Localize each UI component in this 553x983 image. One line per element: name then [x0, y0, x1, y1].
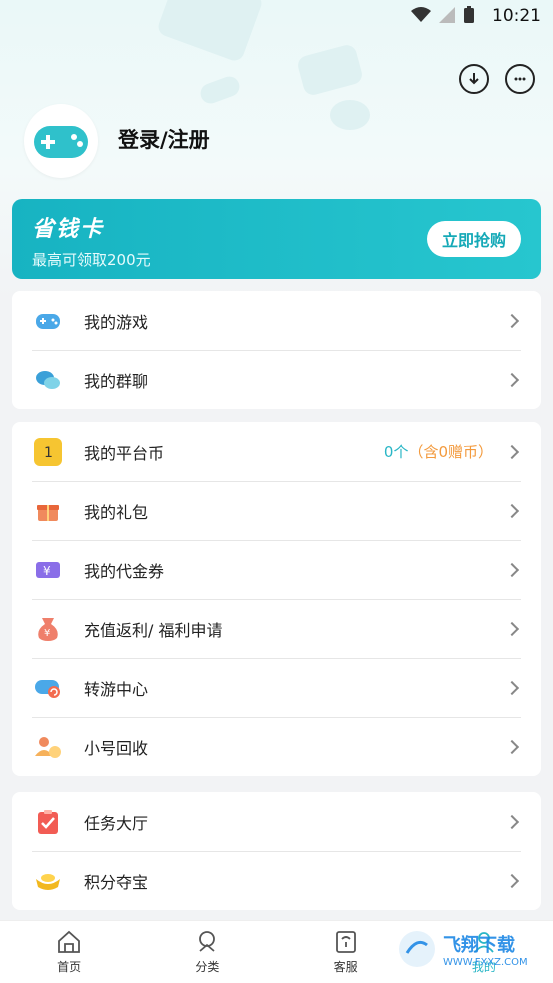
tab-label: 分类: [195, 960, 220, 974]
chevron-right-icon: [504, 503, 520, 518]
savings-card-banner[interactable]: 省钱卡 最高可领取200元 立即抢购: [12, 199, 541, 279]
menu-item-account-recycle[interactable]: 小号回收: [12, 717, 541, 776]
menu-item-recharge-rebate[interactable]: ¥ 充值返利/ 福利申请: [12, 599, 541, 658]
money-bag-icon: ¥: [34, 615, 62, 643]
wifi-icon: [411, 7, 431, 22]
menu-group-3: 任务大厅 积分夺宝: [12, 792, 541, 910]
status-time: 10:21: [492, 6, 541, 26]
account-recycle-icon: [34, 733, 62, 761]
chevron-right-icon: [504, 313, 520, 328]
tab-label: 首页: [57, 960, 82, 974]
category-icon: [199, 931, 216, 952]
chevron-right-icon: [504, 562, 520, 577]
chevron-right-icon: [504, 372, 520, 387]
login-register-link[interactable]: 登录/注册: [118, 124, 210, 154]
watermark-text: 飞翔下载: [443, 934, 515, 956]
coin-balance: 0个（含0赠币）: [384, 441, 493, 462]
menu-group-2: 1 我的平台币 0个（含0赠币） 我的礼包 ¥ 我的代金券 ¥ 充值返利/ 福利…: [12, 422, 541, 776]
coin-count: 0个: [383, 443, 409, 461]
menu-item-label: 小号回收: [84, 738, 149, 758]
gamepad-avatar-icon: [34, 126, 88, 158]
chevron-right-icon: [504, 814, 520, 829]
menu-item-platform-coins[interactable]: 1 我的平台币 0个（含0赠币）: [12, 422, 541, 481]
menu-item-label: 积分夺宝: [84, 872, 149, 892]
watermark-subtext: WWW.FXXZ.COM: [443, 956, 528, 968]
menu-item-my-games[interactable]: 我的游戏: [12, 291, 541, 350]
menu-item-my-gifts[interactable]: 我的礼包: [12, 481, 541, 540]
menu-item-label: 充值返利/ 福利申请: [84, 620, 223, 640]
svg-text:¥: ¥: [44, 628, 50, 639]
chevron-right-icon: [504, 739, 520, 754]
menu-group-1: 我的游戏 我的群聊: [12, 291, 541, 409]
menu-item-label: 转游中心: [84, 679, 149, 699]
menu-item-task-hall[interactable]: 任务大厅: [12, 792, 541, 851]
battery-icon: [464, 6, 474, 23]
avatar[interactable]: [24, 104, 98, 178]
watermark: 飞翔下载 WWW.FXXZ.COM: [397, 925, 547, 973]
buy-now-button[interactable]: 立即抢购: [427, 221, 521, 257]
tab-category[interactable]: 分类: [138, 921, 276, 983]
tab-home[interactable]: 首页: [0, 921, 138, 983]
chevron-right-icon: [504, 873, 520, 888]
tab-service[interactable]: 客服: [277, 921, 415, 983]
chevron-right-icon: [504, 680, 520, 695]
menu-item-label: 任务大厅: [84, 813, 149, 833]
menu-item-my-vouchers[interactable]: ¥ 我的代金券: [12, 540, 541, 599]
home-icon: [58, 930, 81, 953]
menu-item-label: 我的代金券: [84, 561, 165, 581]
gold-ingot-icon: [34, 867, 62, 895]
watermark-logo-icon: [399, 931, 435, 967]
download-icon[interactable]: [459, 64, 489, 94]
status-icons: [411, 6, 475, 24]
service-icon: [335, 931, 356, 953]
coin-icon: 1: [34, 437, 62, 466]
chevron-right-icon: [504, 444, 520, 459]
svg-text:¥: ¥: [43, 564, 51, 578]
menu-item-my-group-chats[interactable]: 我的群聊: [12, 350, 541, 409]
voucher-icon: ¥: [34, 556, 62, 584]
task-icon: [34, 808, 62, 836]
transfer-game-icon: [34, 674, 62, 702]
tab-label: 客服: [333, 960, 358, 974]
status-bar: 10:21: [0, 0, 553, 32]
top-actions: [459, 64, 535, 94]
signal-icon: [439, 7, 455, 23]
message-icon[interactable]: [505, 64, 535, 94]
menu-item-points-treasure[interactable]: 积分夺宝: [12, 851, 541, 910]
menu-item-label: 我的游戏: [84, 312, 149, 332]
chevron-right-icon: [504, 621, 520, 636]
svg-text:1: 1: [44, 445, 53, 461]
chat-icon: [34, 366, 62, 394]
coin-gift-note: （含0赠币）: [408, 443, 493, 461]
menu-item-label: 我的平台币: [84, 443, 165, 463]
menu-item-label: 我的群聊: [84, 371, 149, 391]
menu-item-label: 我的礼包: [84, 502, 149, 522]
menu-item-transfer-center[interactable]: 转游中心: [12, 658, 541, 717]
gamepad-icon: [34, 307, 62, 335]
gift-icon: [34, 497, 62, 525]
